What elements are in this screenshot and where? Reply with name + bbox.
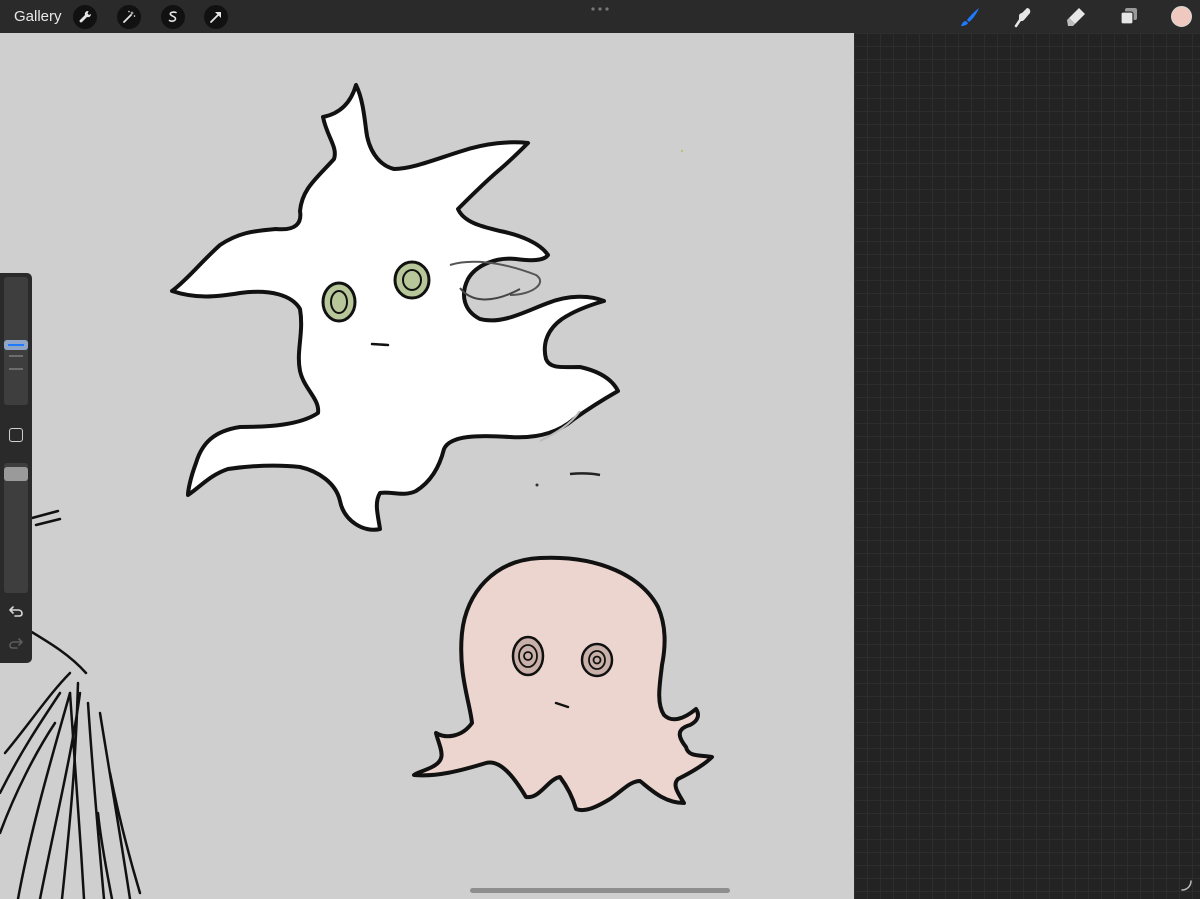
adjustments-button[interactable] — [117, 5, 141, 29]
redo-button[interactable] — [6, 633, 26, 653]
transform-button[interactable] — [204, 5, 228, 29]
eraser-tool-button[interactable] — [1063, 4, 1089, 30]
brush-icon — [961, 8, 979, 26]
top-toolbar: Gallery — [0, 0, 1200, 33]
layers-button[interactable] — [1116, 4, 1142, 30]
reference-panel — [854, 33, 1200, 899]
ghost-body — [170, 83, 620, 532]
slider-tick — [9, 368, 23, 370]
octopus-left-eye — [511, 635, 545, 677]
gallery-button[interactable]: Gallery — [14, 8, 62, 25]
drag-handle-icon[interactable] — [590, 7, 610, 11]
selection-button[interactable] — [161, 5, 185, 29]
layers-icon — [1120, 8, 1137, 25]
eraser-icon — [1067, 8, 1085, 26]
actions-button[interactable] — [73, 5, 97, 29]
magic-wand-icon — [123, 10, 136, 23]
brush-size-thumb[interactable] — [4, 340, 28, 350]
slider-tick — [9, 355, 23, 357]
smudge-icon — [1014, 8, 1031, 28]
home-indicator[interactable] — [470, 888, 730, 893]
ghost-right-eye — [393, 260, 431, 300]
drawing-canvas[interactable] — [0, 33, 854, 899]
opacity-thumb[interactable] — [4, 467, 28, 481]
canvas-artwork — [0, 83, 714, 899]
wrench-icon — [79, 10, 92, 23]
octopus-drawing — [412, 555, 714, 812]
brush-size-slider[interactable] — [4, 277, 28, 405]
ghost-left-eye — [321, 281, 357, 323]
undo-button[interactable] — [6, 601, 26, 621]
opacity-slider[interactable] — [4, 463, 28, 593]
brush-sidebar — [0, 273, 32, 663]
transform-arrow-icon — [210, 12, 221, 23]
undo-icon — [9, 606, 23, 617]
selection-icon — [168, 11, 177, 22]
octopus-body — [412, 555, 714, 812]
octopus-right-eye — [580, 642, 614, 678]
smudge-tool-button[interactable] — [1010, 4, 1036, 30]
resize-handle-icon[interactable] — [1180, 879, 1192, 891]
redo-icon — [9, 638, 23, 649]
ghost-drawing — [170, 83, 684, 532]
modify-button[interactable] — [9, 428, 23, 442]
color-swatch-button[interactable] — [1171, 6, 1192, 27]
brush-tool-button[interactable] — [957, 4, 983, 30]
